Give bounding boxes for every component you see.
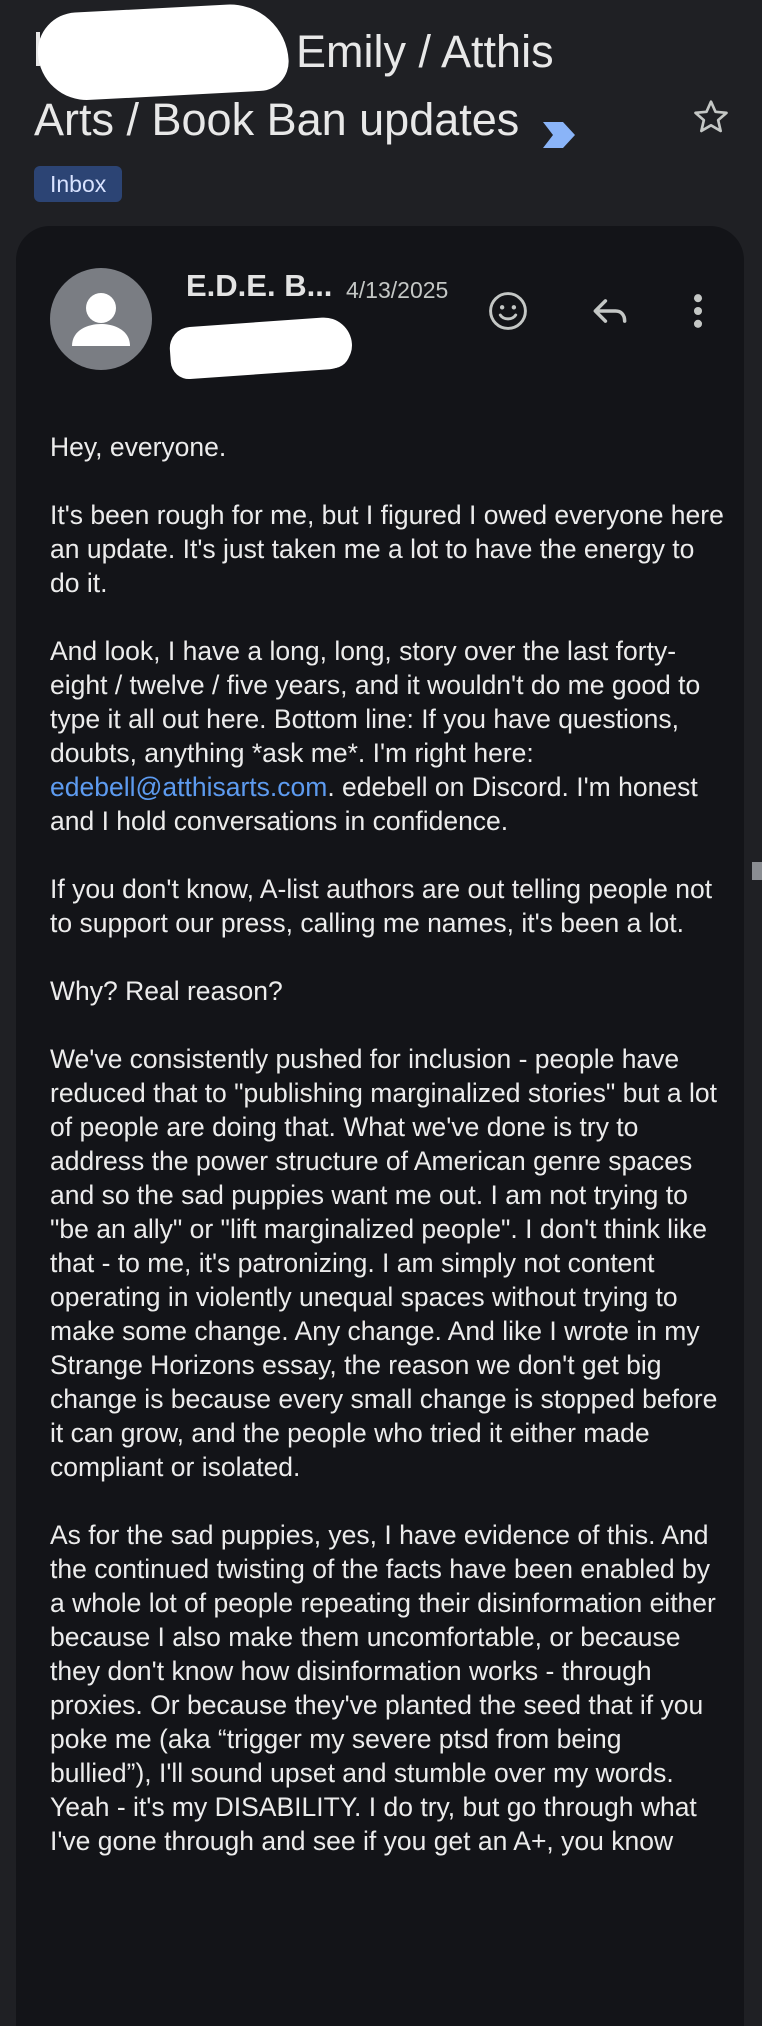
subject-text: Arts / Book Ban updates	[34, 94, 520, 145]
scrollbar-thumb[interactable]	[752, 862, 762, 880]
body-paragraph: Hey, everyone.	[50, 432, 227, 462]
viewport-bottom-edge	[16, 1978, 744, 2000]
body-paragraph: It's been rough for me, but I figured I …	[50, 500, 724, 598]
star-button[interactable]	[686, 94, 736, 144]
body-paragraph: And look, I have a long, long, story ove…	[50, 634, 730, 838]
subject-line-2: Arts / Book Ban updates	[34, 90, 577, 150]
body-text-span: And look, I have a long, long, story ove…	[50, 636, 701, 768]
more-vert-icon	[693, 294, 703, 328]
subject-line-1: Emily / Atthis	[296, 26, 554, 77]
star-icon	[691, 97, 731, 142]
body-paragraph: Why? Real reason?	[50, 976, 283, 1006]
more-options-button[interactable]	[670, 283, 726, 339]
email-link[interactable]: edebell@atthisarts.com	[50, 772, 327, 802]
body-paragraph: As for the sad puppies, yes, I have evid…	[50, 1520, 716, 1856]
add-reaction-button[interactable]	[480, 283, 536, 339]
reply-button[interactable]	[582, 283, 638, 339]
thread-header: Emily / Atthis Arts / Book Ban updates I…	[0, 0, 762, 220]
add-reaction-icon	[489, 292, 527, 330]
redaction-mark	[189, 329, 351, 369]
body-paragraph: If you don't know, A-list authors are ou…	[50, 874, 713, 938]
body-paragraph: We've consistently pushed for inclusion …	[50, 1044, 718, 1482]
person-icon	[72, 293, 130, 346]
sender-avatar[interactable]	[50, 268, 152, 370]
sender-name[interactable]: E.D.E. B...	[186, 268, 332, 304]
message-body: Hey, everyone. It's been rough for me, b…	[50, 430, 730, 1892]
message-date: 4/13/2025	[346, 277, 449, 303]
redaction-mark	[35, 1, 291, 103]
reply-icon	[593, 299, 627, 323]
inbox-label-chip[interactable]: Inbox	[34, 166, 123, 202]
important-marker-icon[interactable]	[541, 105, 577, 148]
